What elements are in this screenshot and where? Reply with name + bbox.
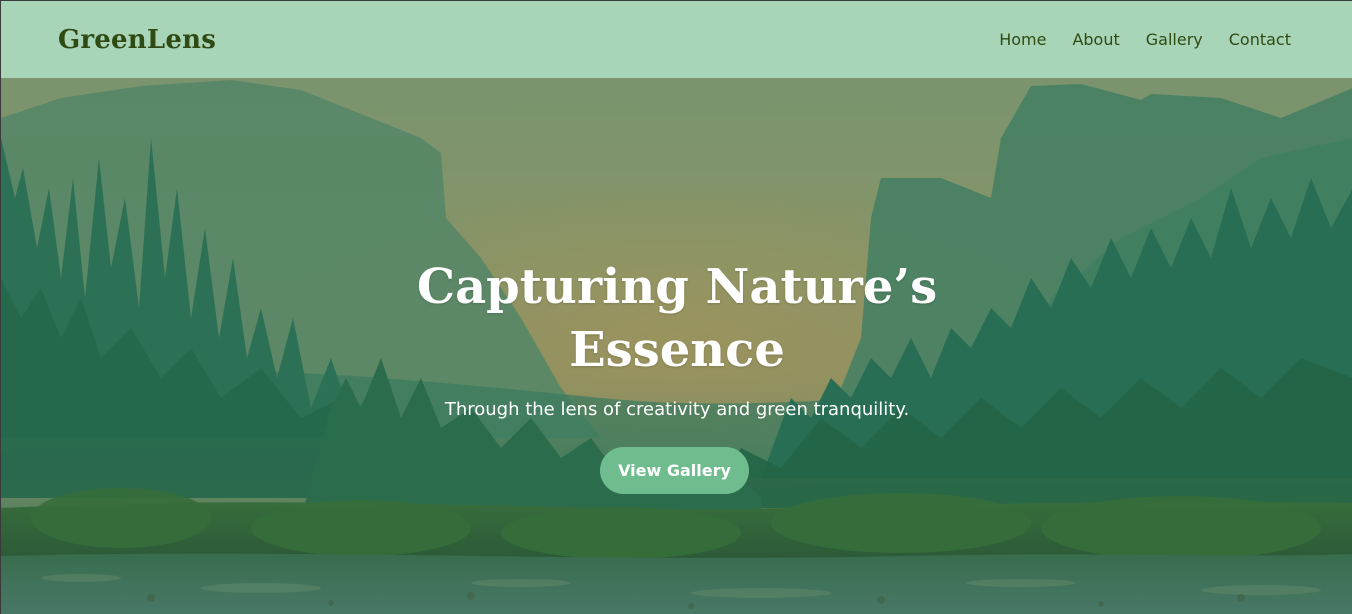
page: GreenLens Home About Gallery Contact Cap… <box>0 0 1352 614</box>
nav-link-contact[interactable]: Contact <box>1229 30 1291 49</box>
nav-link-home[interactable]: Home <box>999 30 1046 49</box>
site-header: GreenLens Home About Gallery Contact <box>1 1 1352 78</box>
nav-link-gallery[interactable]: Gallery <box>1146 30 1203 49</box>
main-nav: Home About Gallery Contact <box>999 30 1291 49</box>
hero-title: Capturing Nature’s Essence <box>416 259 938 378</box>
view-gallery-button[interactable]: View Gallery <box>600 447 749 494</box>
site-logo[interactable]: GreenLens <box>58 25 216 55</box>
nav-link-about[interactable]: About <box>1072 30 1119 49</box>
hero-content: Capturing Nature’s Essence Through the l… <box>1 78 1352 614</box>
hero-section: Capturing Nature’s Essence Through the l… <box>1 78 1352 614</box>
hero-subtitle: Through the lens of creativity and green… <box>444 399 910 420</box>
